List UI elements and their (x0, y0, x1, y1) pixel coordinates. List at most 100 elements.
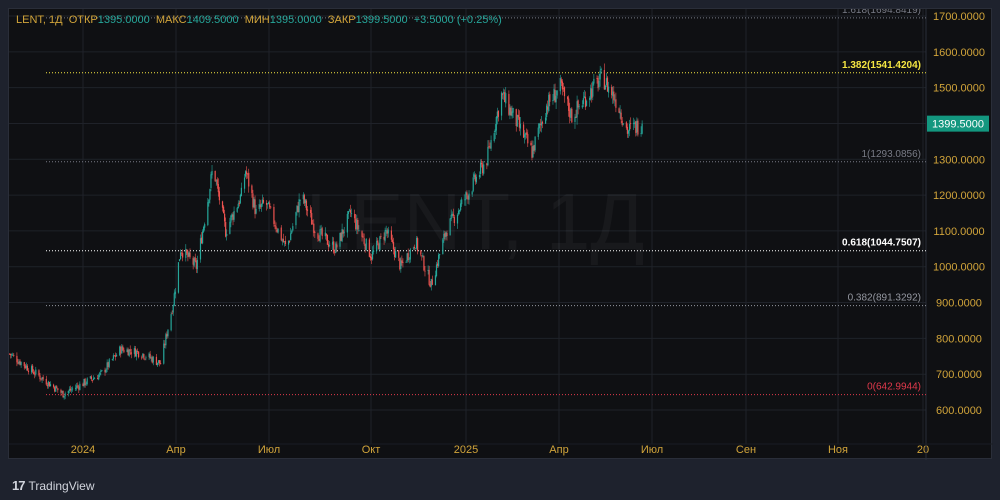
candle-body (556, 90, 558, 96)
candle-body (203, 226, 205, 232)
candle-body (143, 354, 145, 359)
fib-level-label: 0.618(1044.7507) (842, 238, 921, 249)
candle-body (53, 384, 55, 387)
candle-body (533, 145, 535, 151)
candle-body (502, 93, 504, 95)
candle-body (525, 133, 527, 135)
candle-body (625, 122, 627, 128)
candle-body (225, 222, 227, 237)
candle-body (325, 233, 327, 236)
candle-body (261, 199, 263, 205)
candle-body (361, 231, 363, 237)
tradingview-logo[interactable]: 17 TradingView (12, 478, 95, 493)
candle-body (495, 117, 497, 131)
candle-body (443, 233, 445, 240)
candle-body (85, 383, 87, 385)
fib-level-label: 0(642.9944) (867, 382, 921, 393)
candle-body (196, 259, 198, 270)
y-tick-label: 1600.0000 (933, 47, 985, 59)
candle-body (340, 232, 342, 241)
candle-body (318, 239, 320, 241)
candle-body (637, 120, 639, 135)
candle-body (427, 269, 429, 271)
candle-body (478, 175, 481, 178)
candle-body (130, 352, 132, 355)
candle-body (606, 77, 609, 92)
candle-body (258, 204, 260, 209)
candle-body (120, 346, 122, 354)
candlestick-chart[interactable]: 600.0000 700.0000 800.0000 900.0000 1000.000… (9, 9, 993, 460)
candle-body (508, 93, 510, 115)
candle-body (70, 389, 73, 391)
candle-body (390, 230, 393, 240)
candle-body (199, 238, 202, 260)
candle-body (267, 203, 269, 205)
candle-body (518, 117, 520, 128)
candle-body (167, 329, 169, 337)
x-tick-label: 2025 (454, 444, 478, 456)
candle-body (516, 114, 518, 127)
candle-body (585, 100, 588, 106)
chart-panel[interactable]: 600.0000 700.0000 800.0000 900.0000 1000.000… (8, 8, 993, 460)
candle-body (339, 232, 341, 247)
candle-body (229, 221, 231, 234)
candle-body (69, 388, 72, 391)
candle-body (422, 255, 424, 257)
candle-body (246, 171, 248, 175)
candle-body (150, 357, 152, 359)
candle-body (292, 226, 294, 231)
candle-body (192, 257, 194, 265)
candle-body (32, 365, 34, 372)
x-tick-label: Апр (549, 444, 568, 456)
candle-body (123, 349, 125, 353)
candle-body (166, 333, 168, 337)
candle-body (204, 224, 206, 228)
candle-body (165, 334, 167, 346)
candle-body (555, 95, 557, 103)
candle-body (464, 199, 466, 201)
candle-body (133, 348, 136, 354)
legend-high-label: МАКС (155, 14, 187, 26)
candle-body (451, 213, 453, 217)
candle-body (605, 78, 608, 86)
candle-body (450, 214, 452, 219)
tradingview-icon: 17 (12, 478, 26, 493)
candle-body (306, 209, 309, 211)
candle-body (144, 358, 146, 360)
candle-body (569, 109, 571, 118)
fib-level-label: 0.382(891.3292) (848, 293, 921, 304)
legend-close-label: ЗАКР (327, 14, 356, 26)
candle-body (356, 220, 358, 230)
candle-body (218, 191, 220, 201)
candle-body (157, 360, 160, 363)
candle-body (270, 206, 272, 208)
candle-body (12, 354, 14, 356)
candle-body (106, 362, 108, 370)
candle-body (105, 369, 107, 373)
candle-body (296, 205, 298, 212)
candle-body (25, 365, 27, 369)
candle-body (526, 132, 528, 135)
candle-body (368, 239, 370, 257)
candle-body (243, 177, 246, 189)
candle-body (269, 203, 271, 208)
candle-body (274, 224, 276, 227)
candle-body (619, 111, 621, 114)
candle-body (428, 269, 430, 285)
candle-body (415, 237, 418, 249)
x-tick-label: Сен (736, 444, 756, 456)
candle-body (254, 199, 256, 215)
candle-body (387, 229, 389, 234)
candle-body (512, 107, 514, 113)
candle-body (398, 250, 400, 258)
candle-body (236, 207, 238, 212)
candle-body (91, 379, 94, 381)
candle-body (113, 355, 116, 357)
candle-body (420, 250, 422, 255)
candle-body (561, 81, 563, 90)
candle-body (145, 357, 147, 359)
candle-body (362, 236, 364, 238)
candle-body (23, 362, 25, 367)
candle-body (546, 105, 548, 118)
candle-body (539, 124, 541, 126)
